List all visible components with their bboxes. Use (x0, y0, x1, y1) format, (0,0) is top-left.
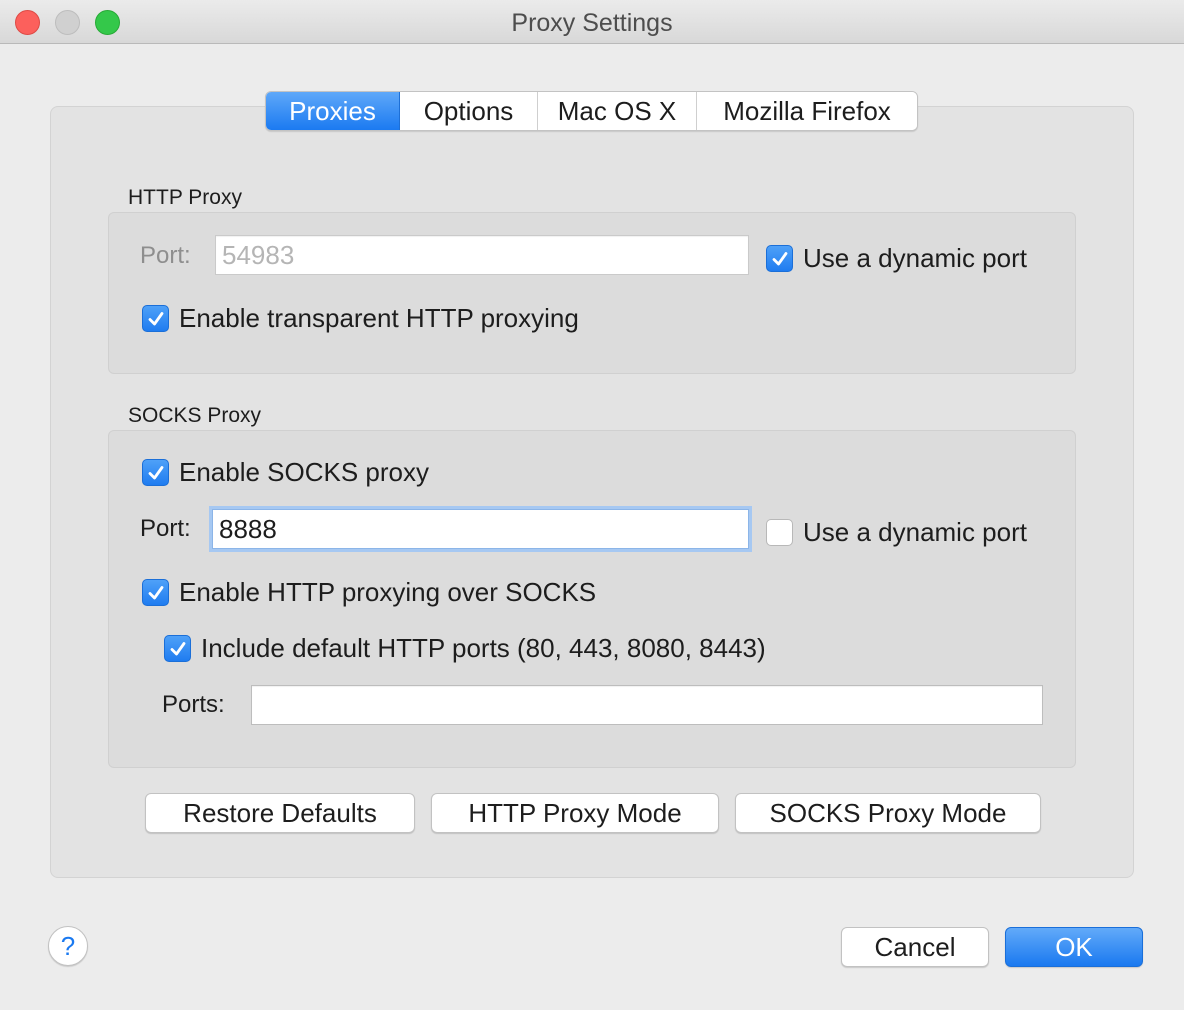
transparent-http-proxying-label: Enable transparent HTTP proxying (179, 303, 579, 333)
window-title: Proxy Settings (511, 9, 673, 37)
enable-socks-proxy-checkbox[interactable]: Enable SOCKS proxy (142, 457, 429, 488)
tab-proxies[interactable]: Proxies (266, 92, 400, 130)
checkbox-checked-icon[interactable] (142, 579, 169, 606)
checkbox-checked-icon[interactable] (766, 245, 793, 272)
checkbox-checked-icon[interactable] (142, 459, 169, 486)
http-proxy-mode-button[interactable]: HTTP Proxy Mode (431, 793, 719, 833)
http-dynamic-port-checkbox[interactable]: Use a dynamic port (766, 243, 1027, 274)
transparent-http-proxying-checkbox[interactable]: Enable transparent HTTP proxying (142, 303, 579, 334)
http-over-socks-label: Enable HTTP proxying over SOCKS (179, 577, 597, 607)
tab-mac-os-x[interactable]: Mac OS X (538, 92, 697, 130)
http-proxy-section-label: HTTP Proxy (128, 186, 242, 209)
enable-socks-proxy-label: Enable SOCKS proxy (179, 457, 430, 487)
http-port-field[interactable]: 54983 (215, 235, 749, 275)
http-port-label: Port: (140, 242, 191, 269)
socks-dynamic-port-label: Use a dynamic port (803, 517, 1027, 547)
tab-bar: Proxies Options Mac OS X Mozilla Firefox (265, 91, 918, 131)
socks-dynamic-port-checkbox[interactable]: Use a dynamic port (766, 517, 1027, 548)
ok-button[interactable]: OK (1005, 927, 1143, 967)
include-default-ports-checkbox[interactable]: Include default HTTP ports (80, 443, 808… (164, 633, 766, 664)
checkbox-unchecked-icon[interactable] (766, 519, 793, 546)
socks-proxy-section-label: SOCKS Proxy (128, 404, 262, 427)
checkbox-checked-icon[interactable] (164, 635, 191, 662)
restore-defaults-button[interactable]: Restore Defaults (145, 793, 415, 833)
ports-label: Ports: (162, 691, 225, 718)
ports-field[interactable] (251, 685, 1043, 725)
http-over-socks-checkbox[interactable]: Enable HTTP proxying over SOCKS (142, 577, 596, 608)
include-default-ports-label: Include default HTTP ports (80, 443, 808… (201, 633, 766, 663)
cancel-button[interactable]: Cancel (841, 927, 989, 967)
socks-port-field[interactable]: 8888 (212, 509, 749, 549)
http-dynamic-port-label: Use a dynamic port (803, 243, 1027, 273)
socks-port-label: Port: (140, 515, 191, 542)
tab-mozilla-firefox[interactable]: Mozilla Firefox (697, 92, 917, 130)
tab-options[interactable]: Options (400, 92, 538, 130)
checkbox-checked-icon[interactable] (142, 305, 169, 332)
title-bar: Proxy Settings (0, 0, 1184, 44)
proxy-settings-window: Proxy Settings Proxies Options Mac OS X … (0, 0, 1184, 1010)
socks-proxy-mode-button[interactable]: SOCKS Proxy Mode (735, 793, 1041, 833)
help-button[interactable]: ? (48, 926, 88, 966)
